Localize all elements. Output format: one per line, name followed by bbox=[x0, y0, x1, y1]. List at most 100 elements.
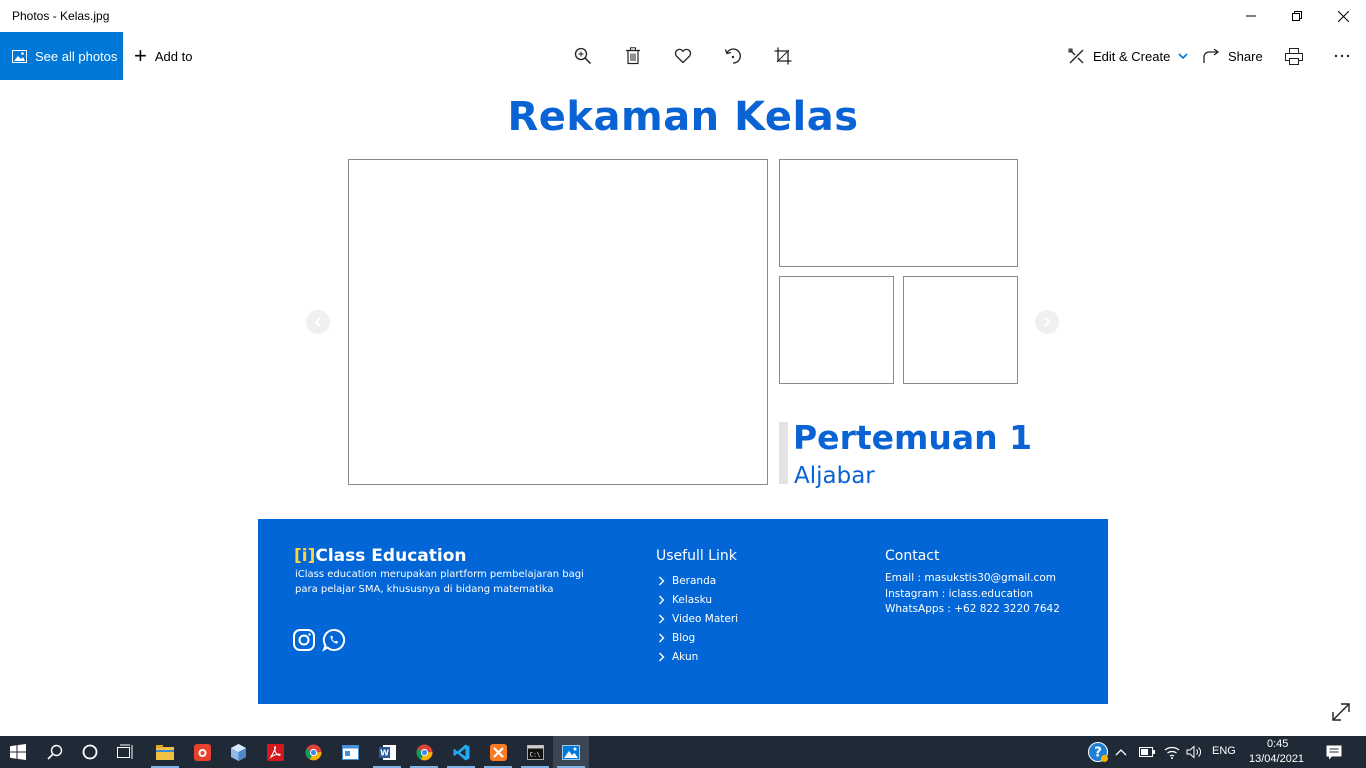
red-app-icon bbox=[193, 743, 211, 761]
title-bar: Photos - Kelas.jpg bbox=[0, 0, 1366, 32]
pdf-icon bbox=[266, 743, 284, 761]
search-button[interactable] bbox=[37, 736, 73, 768]
photos-icon bbox=[12, 49, 27, 63]
restore-button[interactable] bbox=[1274, 0, 1320, 32]
video-frame-small-right bbox=[903, 276, 1018, 384]
link-akun[interactable]: Akun bbox=[658, 647, 738, 666]
meeting-subtitle: Aljabar bbox=[794, 463, 875, 489]
chrome-icon bbox=[304, 744, 322, 760]
footer-brand: [i]Class Education bbox=[294, 546, 466, 566]
file-explorer-taskbar[interactable] bbox=[147, 736, 183, 768]
trash-icon bbox=[626, 47, 640, 65]
brand-name: Class Education bbox=[315, 546, 467, 566]
svg-text:W: W bbox=[380, 748, 389, 757]
link-label: Video Materi bbox=[672, 612, 739, 625]
link-label: Kelasku bbox=[672, 593, 713, 606]
heart-icon bbox=[674, 48, 692, 64]
zoom-in-icon bbox=[574, 47, 592, 65]
word-taskbar[interactable]: W bbox=[369, 736, 405, 768]
acrobat-taskbar[interactable] bbox=[257, 736, 293, 768]
link-kelasku[interactable]: Kelasku bbox=[658, 590, 738, 609]
task-view-button[interactable] bbox=[108, 736, 144, 768]
chevron-left-icon bbox=[314, 317, 321, 327]
clock-time[interactable]: 0:45 bbox=[1267, 738, 1288, 750]
word-icon: W bbox=[378, 744, 396, 760]
search-icon bbox=[47, 744, 63, 760]
chevron-right-icon bbox=[658, 576, 672, 586]
edit-create-label: Edit & Create bbox=[1093, 48, 1171, 64]
language-indicator[interactable]: ENG bbox=[1212, 745, 1236, 757]
print-button[interactable] bbox=[1282, 44, 1306, 68]
crop-icon bbox=[774, 47, 792, 65]
see-all-photos-button[interactable]: See all photos bbox=[0, 32, 123, 80]
start-button[interactable] bbox=[0, 736, 36, 768]
volume-tray-button[interactable] bbox=[1180, 736, 1210, 768]
xampp-icon bbox=[489, 743, 507, 761]
share-button[interactable]: Share bbox=[1203, 32, 1263, 80]
action-center-button[interactable] bbox=[1316, 736, 1352, 768]
rotate-icon bbox=[724, 48, 741, 64]
delete-button[interactable] bbox=[621, 44, 645, 68]
svg-text:?: ? bbox=[1094, 746, 1102, 761]
link-blog[interactable]: Blog bbox=[658, 628, 738, 647]
minimize-button[interactable] bbox=[1228, 0, 1274, 32]
link-label: Akun bbox=[672, 650, 699, 663]
clock-date[interactable]: 13/04/2021 bbox=[1249, 753, 1304, 765]
fullscreen-button[interactable] bbox=[1330, 701, 1354, 725]
plus-icon: + bbox=[134, 43, 147, 68]
meeting-title: Pertemuan 1 bbox=[793, 418, 1033, 457]
cortana-icon bbox=[82, 744, 98, 760]
instagram-icon[interactable] bbox=[292, 628, 316, 652]
favorite-button[interactable] bbox=[671, 44, 695, 68]
close-icon bbox=[1337, 10, 1349, 22]
link-video-materi[interactable]: Video Materi bbox=[658, 609, 738, 628]
speaker-icon bbox=[1186, 745, 1201, 759]
links-title: Usefull Link bbox=[656, 548, 737, 564]
chrome-icon bbox=[415, 744, 433, 760]
zoom-button[interactable] bbox=[571, 44, 595, 68]
xampp-taskbar[interactable] bbox=[480, 736, 516, 768]
add-to-button[interactable]: + Add to bbox=[134, 32, 192, 80]
close-button[interactable] bbox=[1320, 0, 1366, 32]
photos-icon bbox=[562, 744, 580, 760]
meeting-accent-bar bbox=[779, 422, 788, 484]
vscode-taskbar[interactable] bbox=[443, 736, 479, 768]
whatsapp-icon[interactable] bbox=[322, 628, 346, 652]
cortana-button[interactable] bbox=[72, 736, 108, 768]
printer-icon bbox=[1285, 47, 1303, 65]
link-label: Blog bbox=[672, 631, 696, 644]
folder-icon bbox=[156, 744, 174, 760]
app-taskbar-red[interactable] bbox=[184, 736, 220, 768]
more-options-button[interactable] bbox=[1330, 44, 1354, 68]
window-title: Photos - Kelas.jpg bbox=[12, 9, 110, 23]
carousel-next-button[interactable] bbox=[1035, 310, 1059, 334]
app-taskbar-cube[interactable] bbox=[220, 736, 256, 768]
brand-mark: [i] bbox=[294, 546, 316, 566]
vscode-icon bbox=[453, 744, 469, 760]
more-icon bbox=[1334, 54, 1350, 58]
chrome-taskbar-2[interactable] bbox=[406, 736, 442, 768]
chevron-right-icon bbox=[1044, 317, 1051, 327]
task-view-icon bbox=[117, 744, 133, 759]
photos-taskbar[interactable] bbox=[553, 736, 589, 768]
chevron-down-icon bbox=[1178, 53, 1188, 59]
expand-icon bbox=[1332, 703, 1350, 721]
chevron-right-icon bbox=[658, 595, 672, 605]
window-app-icon bbox=[341, 744, 359, 760]
video-frame-small-left bbox=[779, 276, 894, 384]
terminal-taskbar[interactable]: C:\ bbox=[517, 736, 553, 768]
carousel-prev-button[interactable] bbox=[306, 310, 330, 334]
app-taskbar-window[interactable] bbox=[332, 736, 368, 768]
chevron-right-icon bbox=[658, 614, 672, 624]
minimize-icon bbox=[1246, 15, 1256, 17]
link-beranda[interactable]: Beranda bbox=[658, 571, 738, 590]
rotate-button[interactable] bbox=[721, 44, 745, 68]
contact-instagram: Instagram : iclass.education bbox=[885, 587, 1034, 600]
useful-links-list: Beranda Kelasku Video Materi Blog Akun bbox=[658, 571, 738, 666]
photo-viewer-canvas: Rekaman Kelas Pertemuan 1 Aljabar [i]Cla… bbox=[0, 80, 1366, 736]
see-all-photos-label: See all photos bbox=[35, 48, 118, 64]
edit-create-button[interactable]: Edit & Create bbox=[1068, 32, 1188, 80]
chrome-taskbar[interactable] bbox=[295, 736, 331, 768]
link-label: Beranda bbox=[672, 574, 717, 587]
crop-button[interactable] bbox=[771, 44, 795, 68]
